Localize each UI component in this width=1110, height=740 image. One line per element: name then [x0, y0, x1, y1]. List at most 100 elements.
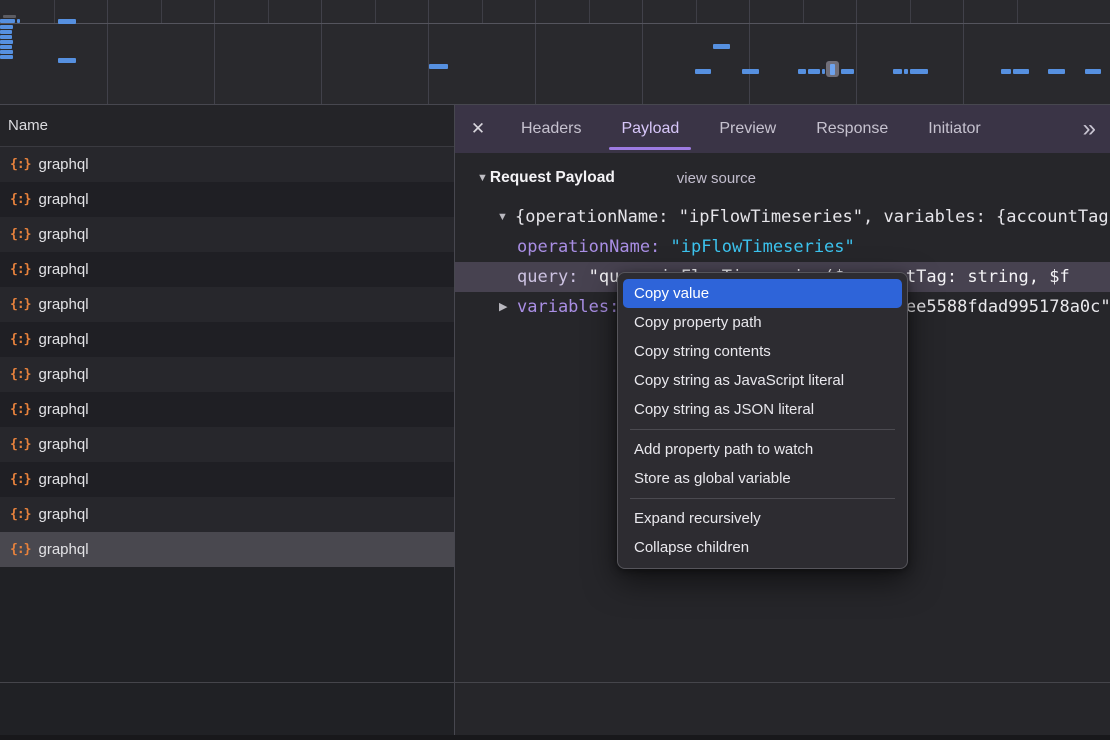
request-name: graphql — [38, 296, 88, 313]
request-bar — [1085, 69, 1101, 74]
request-name: graphql — [38, 261, 88, 278]
request-name: graphql — [38, 191, 88, 208]
request-row[interactable]: {:} graphql — [0, 357, 454, 392]
request-row[interactable]: {:}graphql — [0, 217, 454, 252]
request-name: graphql — [38, 366, 88, 383]
property-key: query: — [517, 267, 589, 287]
name-column-header[interactable]: Name — [0, 105, 454, 147]
tab-payload[interactable]: Payload — [601, 105, 699, 153]
collapse-caret-icon[interactable]: ▼ — [477, 172, 488, 184]
overview-gridline — [856, 0, 857, 104]
ruler-tick — [589, 0, 590, 23]
json-braces-icon: {:} — [10, 507, 30, 522]
ruler-tick — [375, 0, 376, 23]
json-braces-icon: {:} — [10, 472, 30, 487]
request-row[interactable]: {:}graphql — [0, 147, 454, 182]
hover-marker — [830, 64, 835, 75]
tab-preview[interactable]: Preview — [699, 105, 796, 153]
tab-headers[interactable]: Headers — [501, 105, 601, 153]
json-braces-icon: {:} — [10, 332, 30, 347]
request-row[interactable]: {:} graphql — [0, 462, 454, 497]
overview-gridline — [642, 0, 643, 104]
overview-gridline — [749, 0, 750, 104]
request-bar — [798, 69, 806, 74]
view-source-link[interactable]: view source — [677, 170, 756, 187]
json-braces-icon: {:} — [10, 192, 30, 207]
property-key: variables: — [517, 297, 630, 317]
overview-gridline — [428, 0, 429, 104]
detail-tab-bar: ✕ Headers Payload Preview Response Initiator… — [455, 105, 1110, 153]
request-row[interactable]: {:}graphql — [0, 392, 454, 427]
footer-divider — [0, 682, 1110, 683]
menu-item-add-property-path-to-watch[interactable]: Add property path to watch — [618, 435, 907, 464]
json-braces-icon: {:} — [10, 437, 30, 452]
menu-item-store-as-global-variable[interactable]: Store as global variable — [618, 464, 907, 493]
menu-item-collapse-children[interactable]: Collapse children — [618, 533, 907, 562]
overview-gridline — [535, 0, 536, 104]
menu-item-copy-string-as-javascript-literal[interactable]: Copy string as JavaScript literal — [618, 366, 907, 395]
request-list-panel: Name {:} graphql {:} graphql {:} graphql {:} gr… — [0, 105, 455, 740]
overview-gridline — [107, 0, 108, 104]
request-row[interactable]: {:} graphql — [0, 182, 454, 217]
json-braces-icon: {:} — [10, 367, 30, 382]
request-row[interactable]: {:} graphql — [0, 497, 454, 532]
menu-item-copy-string-as-json-literal[interactable]: Copy string as JSON literal — [618, 395, 907, 424]
ruler-tick — [161, 0, 162, 23]
request-bar — [893, 69, 902, 74]
ruler-tick — [1017, 0, 1018, 23]
overview-gridline — [214, 0, 215, 104]
overview-gridline — [321, 0, 322, 104]
overview-ruler-line — [0, 23, 1110, 24]
request-name: graphql — [38, 471, 88, 488]
tab-label: Preview — [719, 120, 776, 138]
request-row[interactable]: {:} graphql — [0, 287, 454, 322]
close-icon[interactable]: ✕ — [455, 105, 501, 153]
request-bar — [808, 69, 820, 74]
request-bar — [822, 69, 825, 74]
request-name: graphql — [38, 226, 88, 243]
tab-label: Initiator — [928, 120, 980, 138]
request-bar-gray — [3, 15, 16, 18]
property-value: "ipFlowTimeseries" — [671, 237, 855, 257]
menu-item-copy-value[interactable]: Copy value — [623, 279, 902, 308]
ruler-tick — [910, 0, 911, 23]
more-tabs-icon[interactable]: » — [1083, 105, 1096, 153]
request-bar — [695, 69, 711, 74]
request-bar — [1001, 69, 1011, 74]
menu-item-copy-string-contents[interactable]: Copy string contents — [618, 337, 907, 366]
tab-response[interactable]: Response — [796, 105, 908, 153]
payload-property-row[interactable]: operationName: "ipFlowTimeseries" — [455, 232, 1110, 262]
request-row[interactable]: {:}graphql — [0, 532, 454, 567]
devtools-network-panel: Name {:} graphql {:} graphql {:} graphql {:} gr… — [0, 0, 1110, 740]
expander-right-icon[interactable]: ▶ — [499, 292, 507, 322]
ruler-tick — [803, 0, 804, 23]
request-row[interactable]: {:} graphql — [0, 322, 454, 357]
menu-item-copy-property-path[interactable]: Copy property path — [618, 308, 907, 337]
request-name: graphql — [38, 436, 88, 453]
expander-down-icon[interactable]: ▼ — [497, 202, 508, 232]
request-name: graphql — [38, 331, 88, 348]
network-content: Name {:} graphql {:} graphql {:} graphql {:} gr… — [0, 104, 1110, 740]
payload-root-row[interactable]: ▼{operationName: "ipFlowTimeseries", var… — [455, 202, 1110, 232]
menu-separator — [630, 498, 895, 499]
request-bar — [904, 69, 908, 74]
request-row[interactable]: {:}graphql — [0, 252, 454, 287]
menu-item-expand-recursively[interactable]: Expand recursively — [618, 504, 907, 533]
request-bar — [0, 55, 13, 59]
request-bar — [910, 69, 928, 74]
json-braces-icon: {:} — [10, 297, 30, 312]
tab-label: Headers — [521, 120, 581, 138]
request-bar — [0, 45, 12, 49]
tab-initiator[interactable]: Initiator — [908, 105, 1000, 153]
object-preview: {operationName: "ipFlowTimeseries", vari… — [455, 202, 1110, 232]
request-bar — [1048, 69, 1065, 74]
ruler-tick — [696, 0, 697, 23]
request-name: graphql — [38, 541, 88, 558]
section-title: Request Payload — [490, 169, 615, 187]
request-bar — [713, 44, 730, 49]
request-name: graphql — [38, 506, 88, 523]
network-overview-timeline[interactable] — [0, 0, 1110, 104]
request-row[interactable]: {:} graphql — [0, 427, 454, 462]
request-name: graphql — [38, 156, 88, 173]
request-bar — [429, 64, 448, 69]
